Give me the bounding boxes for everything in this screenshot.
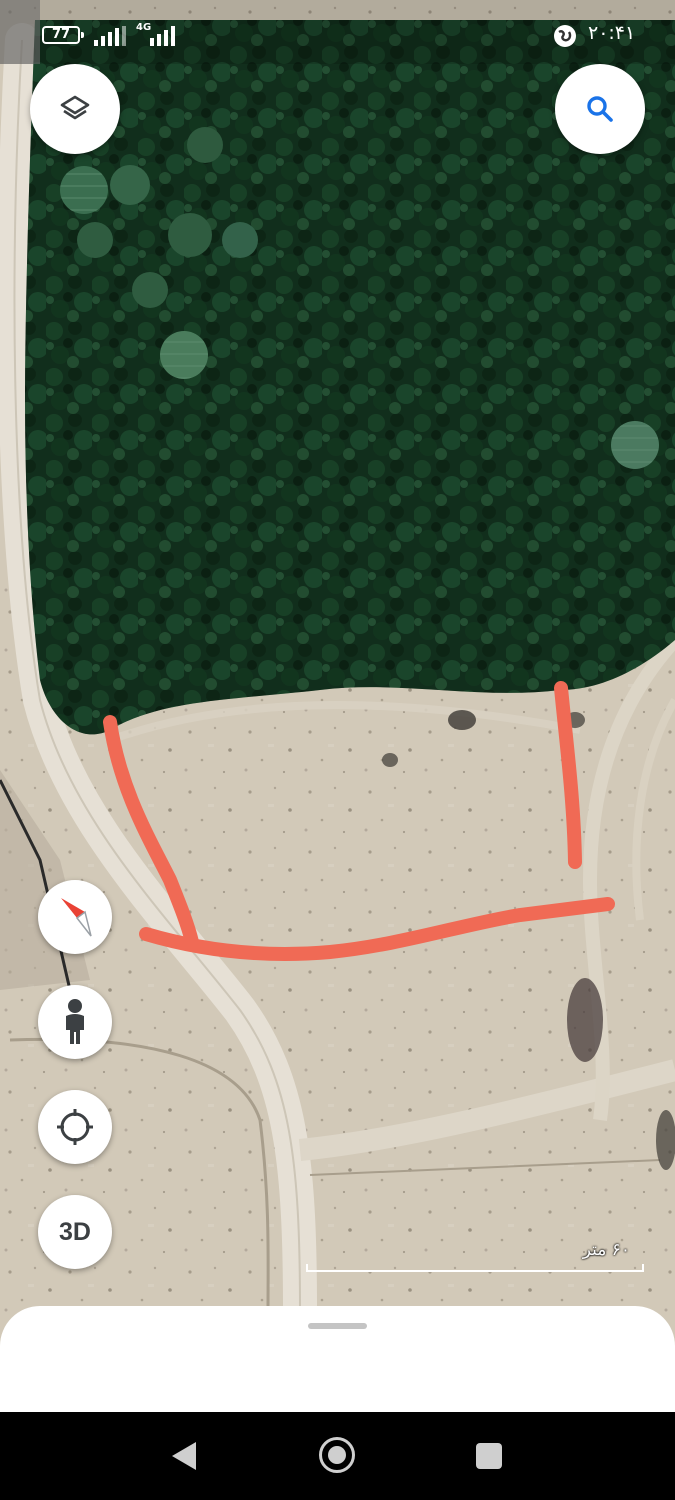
streetview-button[interactable] xyxy=(38,985,112,1059)
my-location-icon xyxy=(57,1109,93,1145)
compass-button[interactable] xyxy=(38,880,112,954)
clock: ۲۰:۴۱ xyxy=(588,22,636,44)
status-bar: 77 4G ۲۰:۴۱ xyxy=(0,0,675,64)
3d-view-button[interactable]: 3D xyxy=(38,1195,112,1269)
vpn-globe-icon xyxy=(554,25,576,47)
scale-label: ۶۰ متر xyxy=(582,1240,630,1260)
system-nav-bar xyxy=(0,1412,675,1500)
pegman-icon xyxy=(66,999,84,1044)
drag-handle[interactable] xyxy=(308,1323,367,1329)
my-location-button[interactable] xyxy=(38,1090,112,1164)
battery-indicator: 77 xyxy=(42,26,84,44)
bottom-sheet[interactable] xyxy=(0,1306,675,1426)
map-scale-bar: ۶۰ متر xyxy=(306,1238,646,1274)
recents-icon[interactable] xyxy=(476,1443,502,1469)
layers-button[interactable] xyxy=(30,64,120,154)
scale-line xyxy=(306,1264,644,1272)
back-icon[interactable] xyxy=(172,1442,196,1470)
search-button[interactable] xyxy=(555,64,645,154)
signal-strength-icon xyxy=(94,26,126,46)
home-icon[interactable] xyxy=(319,1437,355,1473)
signal-strength-icon-2 xyxy=(150,26,175,46)
layers-icon xyxy=(60,95,90,120)
3d-label: 3D xyxy=(59,1217,91,1246)
search-icon xyxy=(587,96,613,122)
compass-icon xyxy=(61,898,92,937)
